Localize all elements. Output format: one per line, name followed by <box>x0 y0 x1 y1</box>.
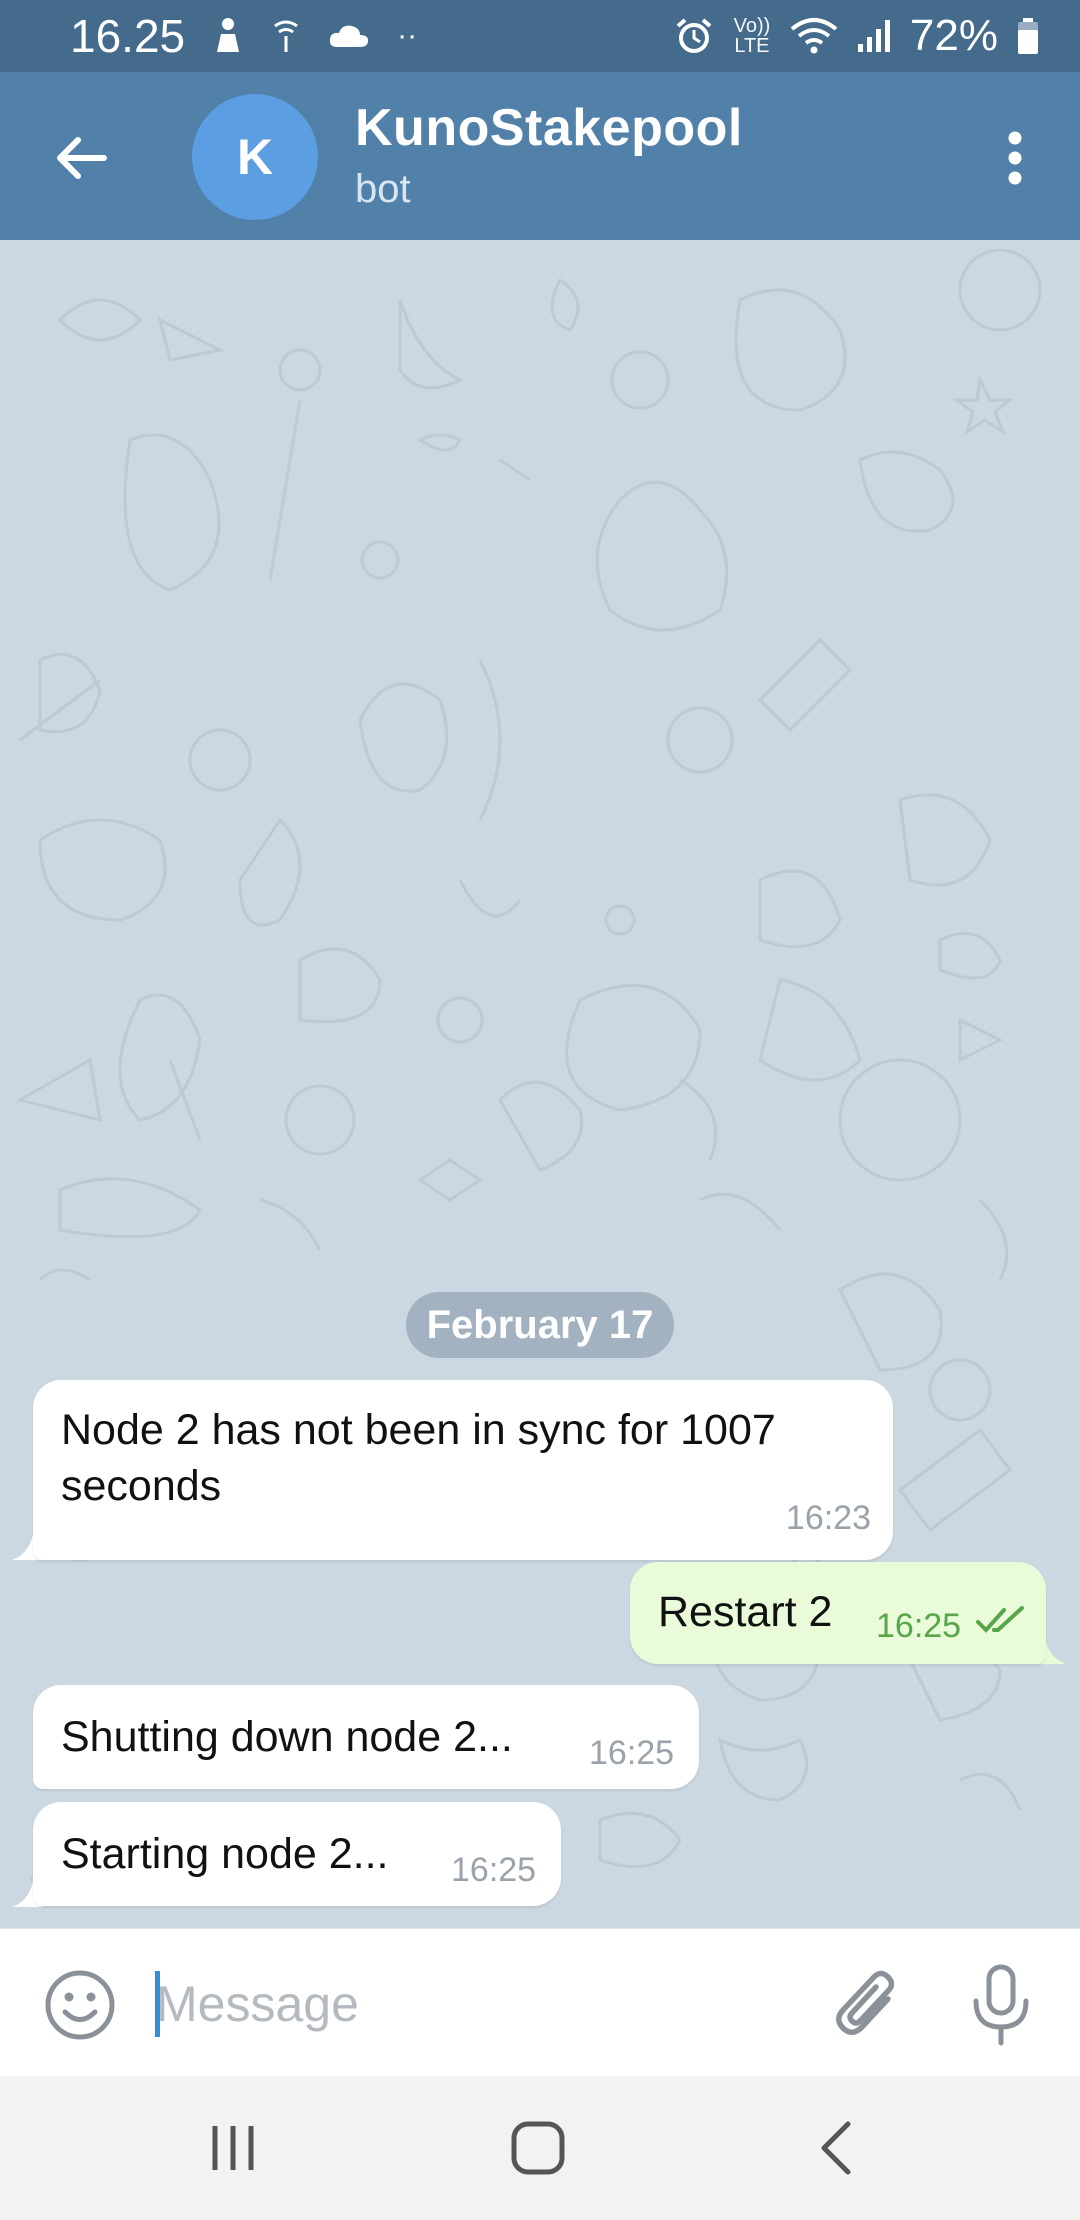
message-input[interactable] <box>156 1967 796 2041</box>
more-options-button[interactable] <box>980 118 1050 198</box>
mic-icon <box>973 1964 1029 2046</box>
chevron-left-icon <box>821 2121 851 2175</box>
emoji-button[interactable] <box>44 1969 116 2041</box>
recents-icon <box>212 2126 254 2170</box>
wifi-icon <box>790 18 838 54</box>
signal-icon <box>857 20 890 52</box>
chat-title[interactable]: KunoStakepool <box>355 98 743 158</box>
attach-button[interactable] <box>830 1965 906 2045</box>
notification-dots: ·· <box>397 19 418 52</box>
message-bubble-incoming[interactable]: Starting node 2... 16:25 <box>33 1802 561 1906</box>
back-button[interactable] <box>40 118 120 198</box>
message-time: 16:23 <box>785 1499 871 1537</box>
message-time: 16:25 <box>589 1734 675 1772</box>
status-bar: 16.25 ·· Vo)) LTE 72% <box>0 0 1080 72</box>
message-bubble-incoming[interactable]: Shutting down node 2... 16:25 <box>33 1685 699 1789</box>
battery-percent: 72% <box>909 11 998 60</box>
voice-record-button[interactable] <box>966 1963 1036 2047</box>
message-bubble-incoming[interactable]: Node 2 has not been in sync for 1007 sec… <box>33 1380 893 1560</box>
chat-header: K KunoStakepool bot <box>0 72 1080 240</box>
chat-wallpaper <box>16 248 1042 1882</box>
status-right: Vo)) LTE 72% <box>674 11 1040 61</box>
status-time: 16.25 <box>70 10 186 62</box>
notification-person-icon <box>217 18 240 52</box>
system-back-button[interactable] <box>816 2118 856 2178</box>
message-text-line: Node 2 has not been in sync for 1007 <box>61 1406 776 1454</box>
double-check-icon <box>976 1606 1024 1633</box>
date-separator: February 17 <box>406 1292 674 1358</box>
recents-button[interactable] <box>205 2120 261 2176</box>
message-bubble-outgoing[interactable]: Restart 2 16:25 <box>630 1562 1046 1664</box>
notification-wifi-call-icon <box>274 20 299 52</box>
alarm-icon <box>676 18 712 53</box>
message-text: Restart 2 <box>658 1588 833 1636</box>
system-nav-bar <box>0 2076 1080 2220</box>
volte-label: Vo)) LTE <box>733 15 771 57</box>
status-left: 16.25 ·· <box>70 9 417 63</box>
message-text-line: seconds <box>61 1462 222 1510</box>
more-vert-icon <box>1008 131 1022 185</box>
message-composer <box>0 1928 1080 2076</box>
emoji-icon <box>45 1970 115 2040</box>
back-arrow-icon <box>57 137 107 179</box>
chat-subtitle: bot <box>355 167 411 211</box>
home-icon <box>511 2121 565 2175</box>
battery-icon <box>1018 18 1038 54</box>
cloud-icon <box>330 25 369 47</box>
message-text: Shutting down node 2... <box>61 1713 513 1761</box>
home-button[interactable] <box>508 2118 568 2178</box>
avatar[interactable]: K <box>192 94 318 220</box>
chat-area[interactable]: February 17 Node 2 has not been in sync … <box>0 240 1080 1928</box>
message-text: Starting node 2... <box>61 1830 389 1878</box>
message-time: 16:25 <box>876 1607 962 1645</box>
attach-icon <box>836 1970 895 2035</box>
avatar-letter: K <box>236 129 274 185</box>
message-time: 16:25 <box>451 1851 537 1889</box>
